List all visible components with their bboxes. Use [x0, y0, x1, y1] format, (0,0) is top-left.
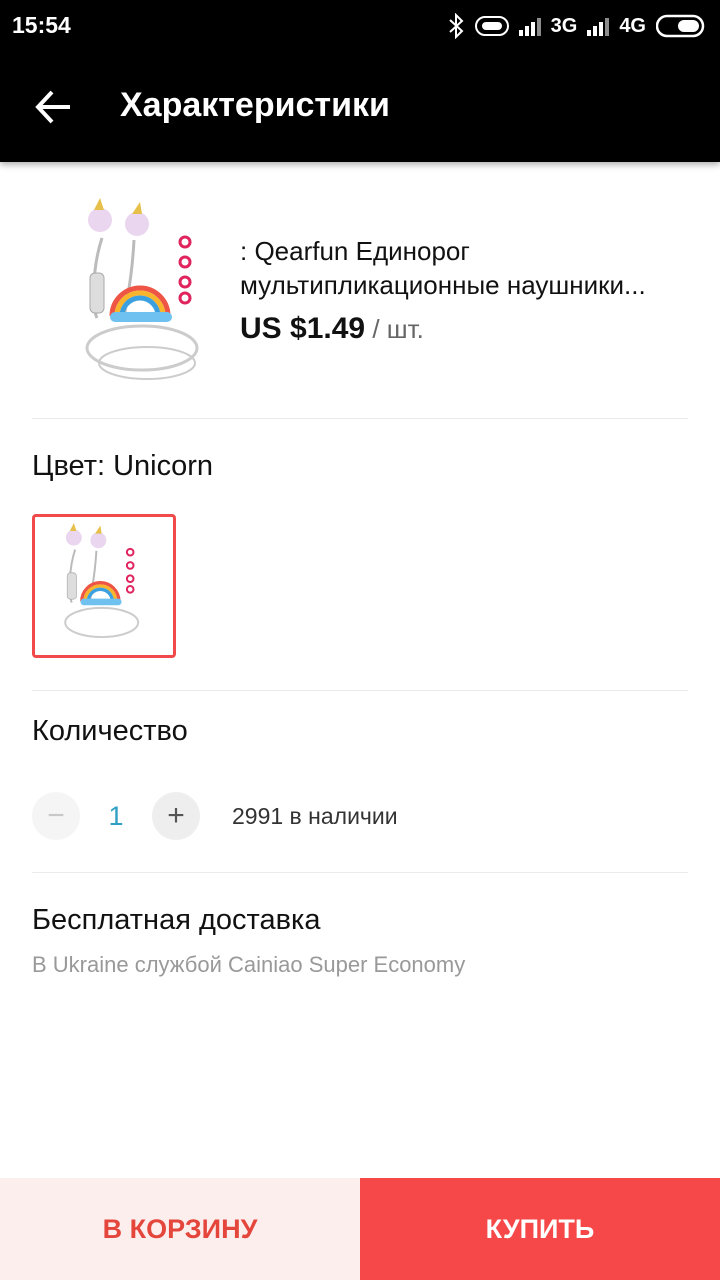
product-summary: : Qearfun Единорог мультипликационные на…	[0, 162, 720, 418]
status-bar: 15:54 3G 4G	[0, 0, 720, 52]
bottom-action-bar: В КОРЗИНУ КУПИТЬ	[0, 1178, 720, 1280]
quantity-value[interactable]: 1	[80, 801, 152, 832]
quantity-stepper: − 1 + 2991 в наличии	[32, 792, 398, 840]
signal-icon	[587, 16, 610, 36]
app-toolbar: Характеристики	[0, 52, 720, 162]
status-icons: 3G 4G	[447, 10, 706, 42]
divider	[32, 418, 688, 419]
price-unit: / шт.	[365, 314, 424, 344]
bluetooth-icon	[448, 13, 464, 39]
status-time: 15:54	[12, 12, 71, 38]
battery-icon	[656, 14, 705, 38]
network-3g-label: 3G	[550, 14, 578, 37]
network-4g-label: 4G	[619, 14, 646, 37]
divider	[32, 872, 688, 873]
divider	[32, 690, 688, 691]
product-image	[72, 198, 222, 388]
vibrate-icon	[474, 16, 509, 36]
page-title: Характеристики	[120, 86, 390, 124]
buy-now-button[interactable]: КУПИТЬ	[360, 1178, 720, 1280]
back-button[interactable]	[30, 82, 80, 132]
shipping-method: В Ukraine службой Cainiao Super Economy	[32, 952, 466, 977]
product-price: US $1.49 / шт.	[240, 312, 424, 345]
stock-count: 2991 в наличии	[232, 802, 398, 829]
color-option-unicorn[interactable]	[32, 514, 176, 658]
shipping-title: Бесплатная доставка	[32, 904, 321, 936]
quantity-label: Количество	[32, 715, 188, 747]
arrow-left-icon	[35, 90, 70, 124]
quantity-increase-button[interactable]: +	[152, 792, 200, 840]
color-label: Цвет: Unicorn	[32, 450, 214, 482]
color-option-image	[64, 523, 140, 639]
add-to-cart-button[interactable]: В КОРЗИНУ	[0, 1178, 360, 1280]
signal-icon	[518, 16, 541, 36]
product-name: : Qearfun Единорог мультипликационные на…	[240, 236, 646, 300]
quantity-decrease-button[interactable]: −	[32, 792, 80, 840]
